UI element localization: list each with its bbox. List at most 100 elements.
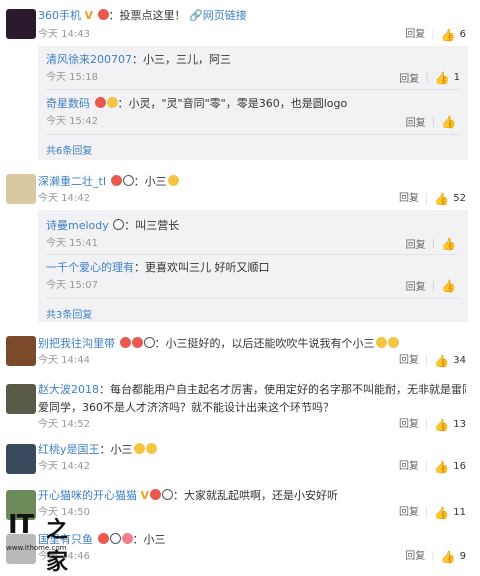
- fan-badge-icon: [131, 337, 143, 348]
- comment-time: 今天 14:42: [38, 461, 90, 472]
- avatar[interactable]: [6, 174, 36, 204]
- reply-button[interactable]: 回复: [406, 114, 426, 129]
- avatar[interactable]: [6, 444, 36, 474]
- link-icon: 🔗: [189, 9, 203, 22]
- watermark-url: www.ithome.com: [6, 544, 67, 552]
- commenter-name[interactable]: 深濑重二壮_tI: [38, 175, 106, 188]
- reply-button[interactable]: 回复: [399, 418, 419, 432]
- like-icon[interactable]: 👍: [434, 192, 449, 206]
- fan-badge-icon: [97, 9, 109, 20]
- verified-icon: V: [140, 489, 150, 502]
- panda-icon: [113, 219, 125, 230]
- comment-actions: 回复 | 👍 34: [398, 354, 466, 368]
- comment-actions: 回复 | 👍 16: [398, 460, 466, 474]
- heart-icon: [121, 533, 133, 544]
- panda-icon: [122, 175, 134, 186]
- reply-time: 今天 15:18: [46, 72, 98, 83]
- reply-name[interactable]: 一千个爱心的理有: [46, 261, 134, 274]
- like-count: 6: [459, 29, 466, 40]
- reply-time: 今天 15:07: [46, 280, 98, 291]
- emoji-icon: [145, 443, 157, 454]
- comment-time: 今天 14:43: [38, 29, 90, 40]
- like-icon[interactable]: 👍: [434, 460, 449, 474]
- commenter-name[interactable]: 开心猫咪的开心猫猫: [38, 489, 137, 502]
- reply-name[interactable]: 诗曼melody: [46, 219, 109, 232]
- more-replies-link[interactable]: 共3条回复: [46, 306, 92, 321]
- like-icon[interactable]: 👍: [434, 354, 449, 368]
- commenter-name[interactable]: 红桃y是国王: [38, 443, 100, 456]
- comment-text: 每台都能用户自主起名才厉害，使用定好的名字那不叫能耐，无非就是雷同小度个小: [110, 383, 466, 396]
- comment-actions: 回复 | 👍 11: [398, 506, 466, 520]
- comment-time: 今天 14:42: [38, 193, 90, 204]
- emoji-icon: [387, 337, 399, 348]
- star-icon: [119, 337, 131, 348]
- like-icon[interactable]: 👍: [434, 418, 449, 432]
- reply-button[interactable]: 回复: [406, 236, 426, 251]
- comment-text: 投票点这里！: [119, 9, 186, 22]
- reply-time: 今天 15:42: [46, 116, 98, 127]
- reply-name[interactable]: 清风徐来200707: [46, 53, 132, 66]
- reply-actions: 回复 | 👍: [405, 278, 456, 294]
- web-link[interactable]: 网页链接: [203, 9, 247, 22]
- divider: [46, 134, 460, 135]
- reply-text: 叫三营长: [135, 219, 180, 232]
- reply-text: 小三，三儿，阿三: [143, 53, 231, 66]
- commenter-name[interactable]: 别把我往沟里带: [38, 337, 115, 350]
- reply: 奇星数码 ：小灵，"灵"音同"零"，零是360，也是圆logo 今天 15:42: [46, 96, 458, 129]
- comment-time: 今天 14:52: [38, 419, 90, 430]
- reply-button[interactable]: 回复: [405, 28, 425, 42]
- reply-text: 更喜欢叫三儿 好听又顺口: [145, 261, 270, 274]
- commenter-name[interactable]: 360手机: [38, 9, 81, 22]
- avatar[interactable]: [6, 336, 36, 366]
- reply-name[interactable]: 奇星数码: [46, 97, 90, 110]
- like-icon[interactable]: 👍: [441, 28, 456, 42]
- like-count: 52: [453, 193, 466, 204]
- like-icon[interactable]: 👍: [434, 506, 449, 520]
- fan-badge-icon: [150, 489, 162, 500]
- fan-badge-icon: [94, 97, 106, 108]
- like-icon[interactable]: 👍: [441, 115, 456, 129]
- fan-badge-icon: [97, 533, 109, 544]
- comment-text: 大家就乱起哄啊，还是小安好听: [184, 489, 339, 502]
- reply-button[interactable]: 回复: [399, 506, 419, 520]
- reply-time: 今天 15:41: [46, 238, 98, 249]
- like-count: 11: [453, 507, 466, 518]
- reply-button[interactable]: 回复: [405, 550, 425, 564]
- reply-box: 清风徐来200707：小三，三儿，阿三 今天 15:18 回复 | 👍 1 奇星数码 …: [38, 46, 468, 160]
- reply-button[interactable]: 回复: [399, 70, 419, 85]
- comment-text: 小三: [144, 175, 167, 188]
- commenter-name[interactable]: 赵大波2018: [38, 383, 99, 396]
- reply-button[interactable]: 回复: [399, 460, 419, 474]
- emoji-icon: [375, 337, 387, 348]
- reply-box: 诗曼melody ：叫三营长 今天 15:41 回复 | 👍 一千个爱心的理有：更喜…: [38, 210, 468, 322]
- comment-actions: 回复 | 👍 6: [405, 28, 466, 42]
- reply-actions: 回复 | 👍: [405, 114, 456, 130]
- divider: [46, 89, 460, 90]
- like-icon[interactable]: 👍: [441, 279, 456, 293]
- avatar[interactable]: [6, 9, 36, 39]
- comment-time: 今天 14:44: [38, 355, 90, 366]
- reply-button[interactable]: 回复: [399, 354, 419, 368]
- panda-icon: [143, 337, 155, 348]
- avatar[interactable]: [6, 384, 36, 414]
- panda-icon: [162, 489, 174, 500]
- divider: [46, 254, 460, 255]
- reply-actions: 回复 | 👍: [405, 236, 456, 252]
- like-icon[interactable]: 👍: [441, 550, 456, 564]
- comment-text-line2: 爱同学，360不是人才济济吗？就不能设计出来这个环节吗？: [38, 401, 334, 414]
- divider: [46, 298, 460, 299]
- reply-text: 小灵，"灵"音同"零"，零是360，也是圆logo: [128, 97, 348, 110]
- panda-icon: [109, 533, 121, 544]
- emoji-icon: [133, 443, 145, 454]
- comment-actions: 回复 | 👍 9: [405, 550, 466, 564]
- watermark-brand: IT: [8, 510, 34, 540]
- comment-actions: 回复 | 👍 52: [398, 192, 466, 206]
- like-icon[interactable]: 👍: [435, 71, 450, 85]
- reply-button[interactable]: 回复: [406, 278, 426, 293]
- like-icon[interactable]: 👍: [441, 237, 456, 251]
- reply: 一千个爱心的理有：更喜欢叫三儿 好听又顺口 今天 15:07: [46, 260, 458, 293]
- more-replies-link[interactable]: 共6条回复: [46, 142, 92, 157]
- verified-icon: V: [84, 9, 94, 22]
- reply-button[interactable]: 回复: [399, 192, 419, 206]
- reply: 诗曼melody ：叫三营长 今天 15:41: [46, 218, 458, 251]
